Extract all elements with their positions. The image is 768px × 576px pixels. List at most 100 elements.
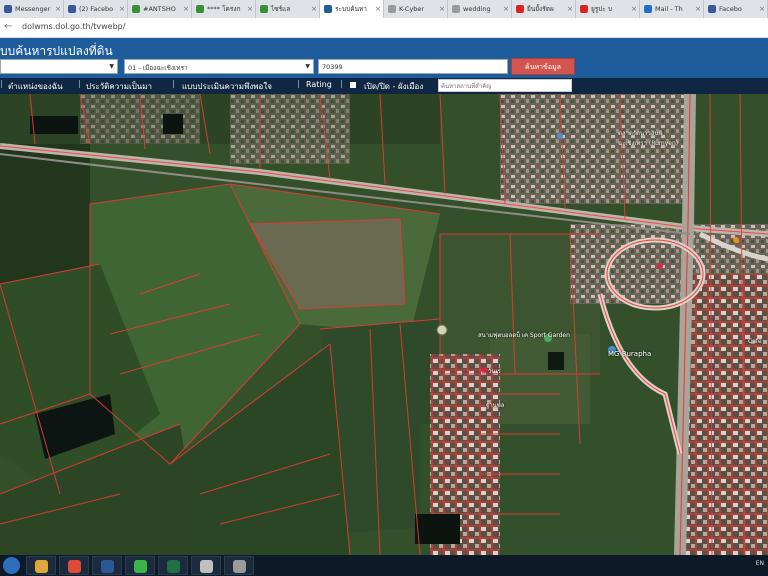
taskbar-app-chrome[interactable] — [59, 556, 89, 575]
map-pin-icon — [436, 324, 448, 336]
city-plan-checkbox[interactable] — [350, 82, 356, 88]
city-plan-toggle-label[interactable]: เปิด/ปิด - ผังเมือง — [364, 80, 423, 93]
browser-tab[interactable]: ระบบค้นหา × — [320, 0, 384, 18]
tab-label: #ANTSHO — [143, 5, 176, 13]
my-location-link[interactable]: ตำแหน่งของฉัน — [8, 80, 63, 93]
browser-tab[interactable]: **** โครงก × — [192, 0, 256, 18]
tab-favicon-icon — [132, 5, 140, 13]
tab-favicon-icon — [644, 5, 652, 13]
browser-tab-bar: Messenger × (2) Facebo × #ANTSHO × **** โครงก ×… — [0, 0, 768, 18]
tab-favicon-icon — [708, 5, 716, 13]
taskbar-app-folder[interactable] — [26, 556, 56, 575]
tab-label: ยูรูปะ บ — [591, 5, 613, 13]
close-tab-icon[interactable]: × — [759, 5, 765, 13]
chevron-down-icon: ▼ — [109, 63, 114, 70]
parcel-number-input[interactable]: 70399 — [318, 59, 508, 74]
folder-icon — [35, 560, 48, 573]
url-text[interactable]: dolwms.dol.go.th/tvwebp/ — [22, 22, 125, 31]
filter-bar: ▼ 01 - เมืองฉะเชิงเทรา ▼ 70399 ค้นหาข้อม… — [0, 56, 768, 78]
browser-tab[interactable]: Messenger × — [0, 0, 64, 18]
poi-marker-icon — [657, 263, 663, 269]
browser-tab[interactable]: wedding × — [448, 0, 512, 18]
close-tab-icon[interactable]: × — [631, 5, 637, 13]
tab-label: ยืนยั้งรัดผ — [527, 5, 554, 13]
close-tab-icon[interactable]: × — [55, 5, 61, 13]
tab-favicon-icon — [196, 5, 204, 13]
window-icon — [200, 560, 213, 573]
browser-tab[interactable]: Mail - Th × — [640, 0, 704, 18]
tab-label: ไซร์แล — [271, 5, 291, 13]
browser-tab[interactable]: ยูรูปะ บ × — [576, 0, 640, 18]
close-tab-icon[interactable]: × — [695, 5, 701, 13]
district-select[interactable]: 01 - เมืองฉะเชิงเทรา ▼ — [124, 59, 314, 74]
chevron-down-icon: ▼ — [305, 63, 310, 70]
poi-marker-icon — [557, 133, 563, 139]
browser-tab[interactable]: ไซร์แล × — [256, 0, 320, 18]
close-tab-icon[interactable]: × — [567, 5, 573, 13]
windows-taskbar: EN — [0, 555, 768, 576]
printer-icon — [233, 560, 246, 573]
close-tab-icon[interactable]: × — [183, 5, 189, 13]
taskbar-app-printer[interactable] — [224, 556, 254, 575]
taskbar-app-excel[interactable] — [158, 556, 188, 575]
tab-favicon-icon — [324, 5, 332, 13]
map-label-shop: วันเร่ — [488, 368, 501, 375]
close-tab-icon[interactable]: × — [439, 5, 445, 13]
browser-tab[interactable]: K-Cyber × — [384, 0, 448, 18]
map-canvas — [0, 94, 768, 555]
taskbar-app-word[interactable] — [92, 556, 122, 575]
satellite-map[interactable]: สนามฟุตบอลดบ็ เค Sport Garden MG Burapha… — [0, 94, 768, 555]
tab-label: Mail - Th — [655, 5, 683, 13]
search-button[interactable]: ค้นหาข้อมูล — [511, 58, 575, 75]
tab-label: Facebo — [719, 5, 742, 13]
excel-icon — [167, 560, 180, 573]
poi-marker-icon — [481, 367, 487, 373]
tab-label: wedding — [463, 5, 491, 13]
rating-link[interactable]: Rating — [306, 80, 332, 89]
map-label-poi: Cafe — [748, 338, 762, 345]
tab-label: (2) Facebo — [79, 5, 114, 13]
address-bar[interactable]: ← dolwms.dol.go.th/tvwebp/ — [0, 18, 768, 38]
parcel-number-value: 70399 — [322, 63, 343, 71]
tab-label: K-Cyber — [399, 5, 425, 13]
tab-favicon-icon — [516, 5, 524, 13]
map-label-shop2: ฐานุพล — [486, 402, 505, 409]
taskbar-app-window[interactable] — [191, 556, 221, 575]
tab-favicon-icon — [68, 5, 76, 13]
tab-favicon-icon — [580, 5, 588, 13]
language-indicator: EN — [755, 560, 764, 567]
district-select-value: 01 - เมืองฉะเชิงเทรา — [128, 64, 188, 72]
close-tab-icon[interactable]: × — [311, 5, 317, 13]
browser-tab[interactable]: (2) Facebo × — [64, 0, 128, 18]
close-tab-icon[interactable]: × — [119, 5, 125, 13]
tab-favicon-icon — [388, 5, 396, 13]
toolbar-divider: | — [0, 79, 3, 88]
close-tab-icon[interactable]: × — [503, 5, 509, 13]
survey-link[interactable]: แบบประเมินความพึงพอใจ — [182, 80, 272, 93]
start-button[interactable] — [3, 557, 20, 574]
tab-label: **** โครงก — [207, 5, 241, 13]
tab-label: ระบบค้นหา — [335, 5, 367, 13]
browser-tab[interactable]: #ANTSHO × — [128, 0, 192, 18]
back-arrow-icon[interactable]: ← — [4, 21, 12, 32]
tab-label: Messenger — [15, 5, 51, 13]
tab-favicon-icon — [260, 5, 268, 13]
map-label-mg: MG Burapha — [608, 350, 652, 358]
map-toolbar: | ตำแหน่งของฉัน | ประวัติความเป็นมา | แบ… — [0, 78, 768, 94]
taskbar-app-line[interactable] — [125, 556, 155, 575]
toolbar-divider: | — [340, 79, 343, 88]
chrome-icon — [68, 560, 81, 573]
browser-tab[interactable]: ยืนยั้งรัดผ × — [512, 0, 576, 18]
history-link[interactable]: ประวัติความเป็นมา — [86, 80, 152, 93]
toolbar-divider: | — [78, 79, 81, 88]
tab-favicon-icon — [452, 5, 460, 13]
close-tab-icon[interactable]: × — [375, 5, 381, 13]
line-icon — [134, 560, 147, 573]
browser-tab[interactable]: Facebo × — [704, 0, 768, 18]
poi-marker-icon — [733, 237, 739, 243]
province-select[interactable]: ▼ — [0, 59, 118, 74]
tab-favicon-icon — [4, 5, 12, 13]
map-label-market: ตลาดรัตนาวลินพิ ฉะเชิงเทรา (Rumyen) — [618, 130, 679, 147]
place-search-input[interactable] — [438, 79, 572, 92]
close-tab-icon[interactable]: × — [247, 5, 253, 13]
